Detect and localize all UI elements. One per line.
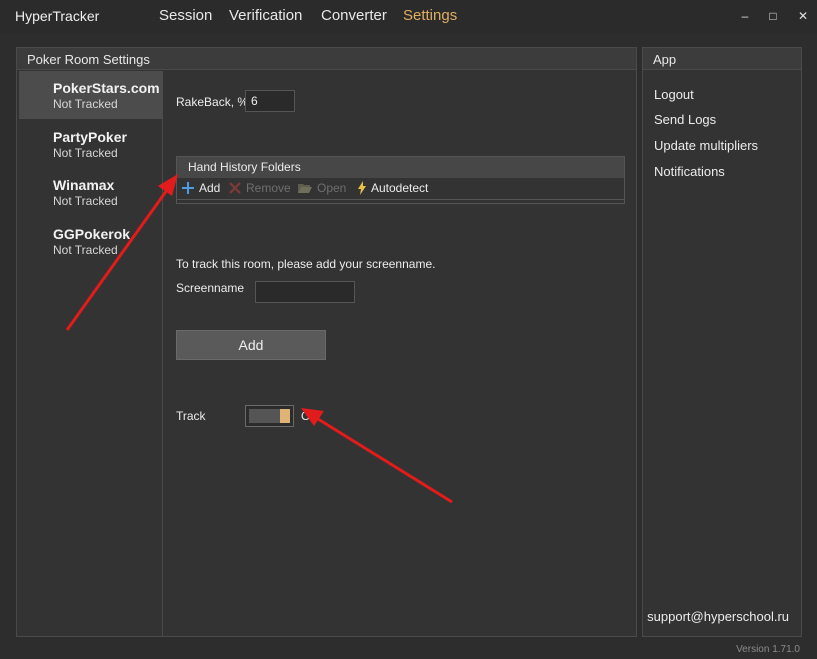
track-state: ON	[301, 409, 319, 423]
hh-add-button[interactable]: Add	[181, 181, 220, 195]
room-item-pokerstars[interactable]: PokerStars.com Not Tracked	[19, 71, 163, 119]
room-item-ggpokerok[interactable]: GGPokerok Not Tracked	[19, 217, 163, 265]
tab-converter[interactable]: Converter	[321, 7, 387, 24]
room-name: Winamax	[53, 177, 115, 193]
room-status: Not Tracked	[53, 146, 118, 160]
plus-icon	[182, 182, 194, 194]
app-panel: App Logout Send Logs Update multipliers …	[642, 47, 802, 637]
toggle-track	[249, 409, 280, 423]
close-button[interactable]: ✕	[796, 9, 810, 23]
hand-history-toolbar: Add Remove Open Autodetect	[177, 178, 624, 200]
folder-open-icon	[298, 184, 312, 193]
track-toggle[interactable]	[245, 405, 294, 427]
track-label: Track	[176, 409, 206, 423]
poker-room-settings-title: Poker Room Settings	[17, 48, 636, 70]
tab-settings[interactable]: Settings	[403, 7, 457, 24]
update-multipliers-link[interactable]: Update multipliers	[654, 138, 758, 153]
room-name: GGPokerok	[53, 226, 131, 242]
tab-session[interactable]: Session	[159, 7, 212, 24]
room-name: PartyPoker	[53, 129, 127, 145]
hh-autodetect-button[interactable]: Autodetect	[357, 181, 428, 195]
logout-link[interactable]: Logout	[654, 87, 694, 102]
app-panel-title: App	[643, 48, 801, 70]
version-label: Version 1.71.0	[736, 644, 800, 655]
room-item-winamax[interactable]: Winamax Not Tracked	[19, 168, 163, 216]
room-status: Not Tracked	[53, 194, 118, 208]
hh-remove-label: Remove	[246, 181, 291, 195]
notifications-link[interactable]: Notifications	[654, 164, 725, 179]
room-name: PokerStars.com	[53, 80, 160, 96]
hand-history-title: Hand History Folders	[177, 157, 624, 178]
room-item-partypoker[interactable]: PartyPoker Not Tracked	[19, 120, 163, 168]
tab-verification[interactable]: Verification	[229, 7, 302, 24]
lightning-icon	[358, 181, 366, 195]
add-screenname-button[interactable]: Add	[176, 330, 326, 360]
hh-add-label: Add	[199, 181, 221, 195]
poker-room-settings-panel: Poker Room Settings PokerStars.com Not T…	[16, 47, 637, 637]
room-status: Not Tracked	[53, 97, 118, 111]
app-title: HyperTracker	[15, 8, 100, 24]
title-bar: HyperTracker Session Verification Conver…	[0, 0, 817, 33]
support-email[interactable]: support@hyperschool.ru	[647, 609, 789, 624]
rakeback-input[interactable]	[245, 90, 295, 112]
hh-autodetect-label: Autodetect	[371, 181, 429, 195]
screenname-label: Screenname	[176, 281, 245, 295]
room-status: Not Tracked	[53, 243, 118, 257]
room-settings-content: RakeBack, % Hand History Folders Add Rem…	[164, 71, 636, 636]
toggle-knob	[280, 409, 290, 423]
rakeback-label: RakeBack, %	[176, 95, 249, 109]
minimize-button[interactable]: –	[738, 9, 752, 23]
hh-open-button[interactable]: Open	[297, 181, 346, 195]
hand-history-folders: Hand History Folders Add Remove Open Aut…	[176, 156, 625, 204]
remove-x-icon	[229, 182, 241, 194]
hh-remove-button[interactable]: Remove	[228, 181, 291, 195]
hh-open-label: Open	[317, 181, 347, 195]
track-prompt: To track this room, please add your scre…	[176, 257, 436, 271]
maximize-button[interactable]: □	[766, 9, 780, 23]
screenname-input[interactable]	[255, 281, 355, 303]
room-list: PokerStars.com Not Tracked PartyPoker No…	[19, 71, 163, 636]
send-logs-link[interactable]: Send Logs	[654, 112, 716, 127]
